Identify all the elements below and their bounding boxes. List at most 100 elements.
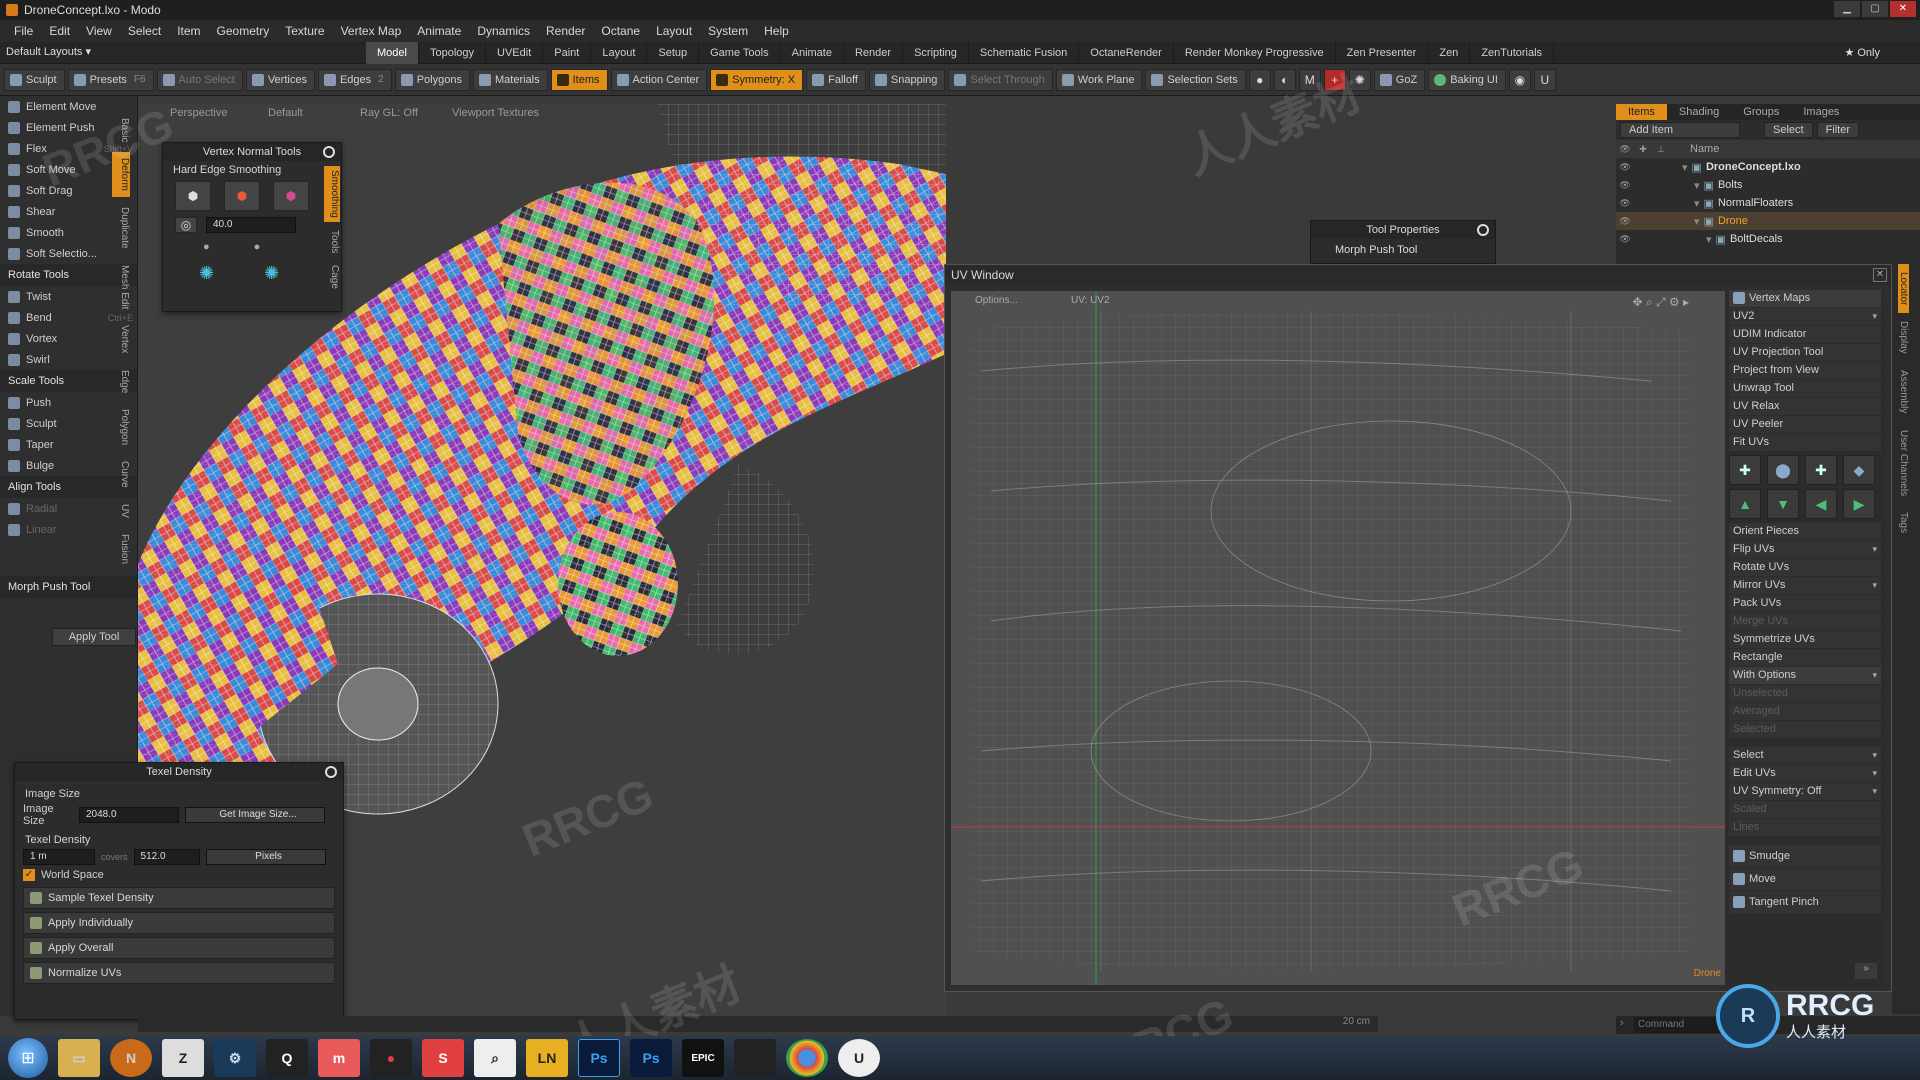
marmoset-icon[interactable]: M — [1298, 68, 1321, 91]
menu-texture[interactable]: Texture — [277, 20, 332, 42]
uv-tool-pack-uvs[interactable]: Pack UVs — [1729, 595, 1881, 612]
goz-button[interactable]: GoZ — [1373, 68, 1426, 91]
uv-box-icon[interactable]: ◆ — [1843, 455, 1875, 485]
tree-item-droneconcept-lxo[interactable]: 👁 ▾ ▣ DroneConcept.lxo — [1616, 158, 1920, 176]
visibility-eye-icon[interactable]: 👁 — [1616, 212, 1634, 230]
unreal-icon[interactable]: U — [1533, 68, 1556, 91]
visibility-eye-icon[interactable]: 👁 — [1616, 176, 1634, 194]
lock-icon[interactable] — [1634, 194, 1652, 212]
menu-view[interactable]: View — [78, 20, 120, 42]
density-input[interactable]: 512.0 — [133, 849, 200, 865]
viewport-label-ray-gl-off[interactable]: Ray GL: Off — [360, 107, 418, 119]
pin-icon[interactable] — [1477, 224, 1489, 236]
falloff-button[interactable]: Falloff — [806, 68, 866, 91]
menu-render[interactable]: Render — [538, 20, 593, 42]
photoshop-icon[interactable]: Ps — [578, 1039, 620, 1077]
tab-octanerender[interactable]: OctaneRender — [1079, 42, 1174, 64]
menu-geometry[interactable]: Geometry — [209, 20, 278, 42]
items-tab-images[interactable]: Images — [1791, 104, 1851, 120]
uv-tool-project-from-view[interactable]: Project from View — [1729, 362, 1881, 379]
normalize-uvs-button[interactable]: Normalize UVs — [23, 962, 335, 984]
ln-app-icon[interactable]: LN — [526, 1039, 568, 1077]
viewport-label-default[interactable]: Default — [268, 107, 303, 119]
minimize-button[interactable]: ▁ — [1834, 1, 1860, 17]
uv-stitch-icon[interactable]: ✚ — [1729, 455, 1761, 485]
vtab-deform[interactable]: Deform — [112, 152, 130, 198]
close-icon[interactable]: ✕ — [1873, 268, 1887, 282]
expand-arrow-icon[interactable]: ▾ — [1694, 197, 1700, 210]
lock-icon[interactable] — [1634, 176, 1652, 194]
uv-tool-uv-relax[interactable]: UV Relax — [1729, 398, 1881, 415]
expand-arrow-icon[interactable]: ▾ — [1706, 233, 1712, 246]
vtab-fusion[interactable]: Fusion — [112, 528, 130, 570]
polygons-mode-button[interactable]: Polygons — [394, 68, 470, 91]
tab-scripting[interactable]: Scripting — [903, 42, 969, 64]
viewport-label-perspective[interactable]: Perspective — [170, 107, 227, 119]
expand-arrow-icon[interactable]: ▾ — [1682, 161, 1688, 174]
edges-mode-button[interactable]: Edges 2 — [317, 68, 392, 91]
uv-cylinder-icon[interactable]: ⬤ — [1767, 455, 1799, 485]
tab-render-monkey-progressive[interactable]: Render Monkey Progressive — [1174, 42, 1336, 64]
tree-item-drone[interactable]: 👁 ▾ ▣ Drone — [1616, 212, 1920, 230]
vn-tab-smoothing[interactable]: Smoothing — [324, 166, 340, 222]
uv-tool-fit-uvs[interactable]: Fit UVs — [1729, 434, 1881, 451]
materials-mode-button[interactable]: Materials — [472, 68, 548, 91]
tab-animate[interactable]: Animate — [781, 42, 844, 64]
uv-tool-with-options[interactable]: With Options ▾ — [1729, 667, 1881, 684]
side-tab-display[interactable]: Display — [1898, 313, 1909, 362]
add-item-dropdown[interactable]: Add Item — [1620, 122, 1740, 138]
uv-tool-orient-pieces[interactable]: Orient Pieces — [1729, 523, 1881, 540]
chrome-icon[interactable] — [786, 1039, 828, 1077]
uv-tool-unselected[interactable]: Unselected — [1729, 685, 1881, 702]
vtab-mesh-edit[interactable]: Mesh Edit — [112, 259, 130, 315]
only-toggle[interactable]: ★ Only — [1844, 46, 1880, 59]
work-plane-button[interactable]: Work Plane — [1055, 68, 1143, 91]
uv-tool-mirror-uvs[interactable]: Mirror UVs ▾ — [1729, 577, 1881, 594]
octane-icon[interactable]: ◉ — [1508, 68, 1531, 91]
blank-app-icon[interactable] — [734, 1039, 776, 1077]
vertices-mode-button[interactable]: Vertices — [245, 68, 315, 91]
vtab-edge[interactable]: Edge — [112, 364, 130, 399]
snapping-button[interactable]: Snapping — [868, 68, 946, 91]
uv-viewport[interactable]: Options... UV: UV2 ✥ ⌕ ⤢ ⚙ ▸ Drone — [951, 291, 1729, 985]
world-space-checkbox[interactable]: ✓ — [23, 869, 35, 881]
search-app-icon[interactable]: ⌕ — [474, 1039, 516, 1077]
tree-item-boltdecals[interactable]: 👁 ▾ ▣ BoltDecals — [1616, 230, 1920, 248]
start-button[interactable]: ⊞ — [8, 1038, 48, 1078]
presets-button[interactable]: Presets F6 — [67, 68, 154, 91]
uv-options-button[interactable]: Options... — [975, 295, 1018, 306]
photoshop-2-icon[interactable]: Ps — [630, 1039, 672, 1077]
expand-icon[interactable]: » — [1855, 963, 1877, 979]
uv-figure-icon[interactable]: ✚ — [1805, 455, 1837, 485]
selection-sets-button[interactable]: Selection Sets — [1145, 68, 1246, 91]
sample-texel-density-button[interactable]: Sample Texel Density — [23, 887, 335, 909]
file-explorer-icon[interactable]: ▭ — [58, 1039, 100, 1077]
uv-tool-smudge[interactable]: Smudge — [1729, 845, 1881, 867]
uv-tool-lines[interactable]: Lines — [1729, 819, 1881, 836]
smooth-cube-icon[interactable]: ⬢ — [175, 181, 211, 211]
tab-topology[interactable]: Topology — [419, 42, 487, 64]
lock-icon[interactable] — [1634, 230, 1652, 248]
render-icon[interactable] — [1652, 158, 1670, 176]
items-tab-items[interactable]: Items — [1616, 104, 1667, 120]
select-through-button[interactable]: Select Through — [948, 68, 1053, 91]
tab-zentutorials[interactable]: ZenTutorials — [1470, 42, 1555, 64]
tab-schematic-fusion[interactable]: Schematic Fusion — [969, 42, 1080, 64]
items-tab-groups[interactable]: Groups — [1731, 104, 1791, 120]
uv-tool-rotate-uvs[interactable]: Rotate UVs — [1729, 559, 1881, 576]
uv-tool-edit-uvs[interactable]: Edit UVs ▾ — [1729, 765, 1881, 782]
tab-uvedit[interactable]: UVEdit — [486, 42, 544, 64]
vtab-polygon[interactable]: Polygon — [112, 403, 130, 451]
menu-octane[interactable]: Octane — [593, 20, 648, 42]
uv-tool-uv2[interactable]: UV2 ▾ — [1729, 308, 1881, 325]
uv-tool-vertex-maps[interactable]: Vertex Maps — [1729, 290, 1881, 307]
substance-icon[interactable]: S — [422, 1039, 464, 1077]
arrow-right-icon[interactable]: ▶ — [1843, 489, 1875, 519]
wire-sphere-icon[interactable]: ◐ — [1273, 68, 1296, 91]
tree-item-bolts[interactable]: 👁 ▾ ▣ Bolts — [1616, 176, 1920, 194]
render-icon[interactable] — [1652, 212, 1670, 230]
sphere-normals-icon[interactable]: ✺ — [199, 263, 214, 284]
small-sphere-left-icon[interactable]: ● — [203, 241, 210, 253]
viewport-label-viewport-textures[interactable]: Viewport Textures — [452, 107, 539, 119]
tab-paint[interactable]: Paint — [543, 42, 592, 64]
